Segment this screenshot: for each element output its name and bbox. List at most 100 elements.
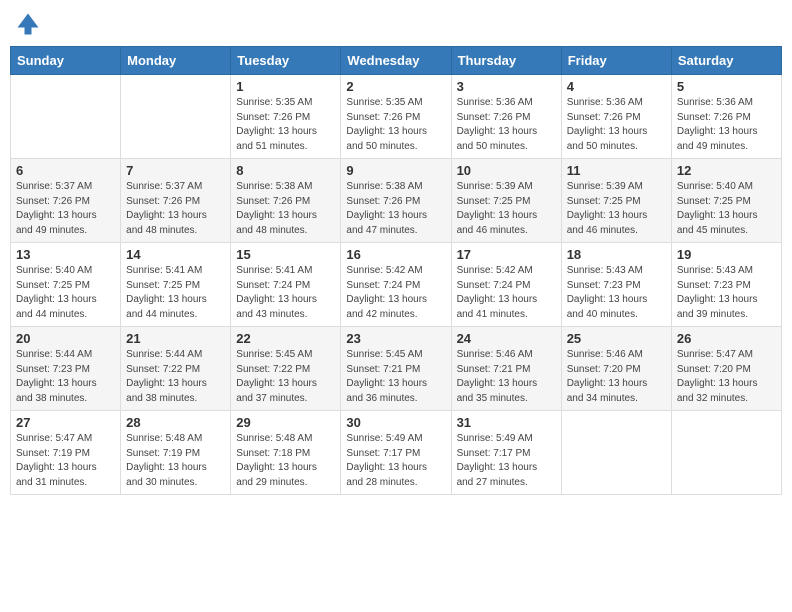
day-info: Sunrise: 5:49 AMSunset: 7:17 PMDaylight:… xyxy=(457,432,556,490)
calendar-cell: 29Sunrise: 5:48 AMSunset: 7:18 PMDayligh… xyxy=(231,411,341,495)
calendar-cell: 5 Sunrise: 5:36 AMSunset: 7:26 PMDaylight… xyxy=(671,75,781,159)
calendar-header-row: SundayMondayTuesdayWednesdayThursdayFrid… xyxy=(11,47,782,75)
day-info: Sunrise: 5:36 AMSunset: 7:26 PMDaylight:… xyxy=(457,96,556,154)
day-number: 5 xyxy=(677,79,776,94)
page-header xyxy=(10,10,782,38)
day-number: 15 xyxy=(236,247,335,262)
calendar-cell: 9 Sunrise: 5:38 AMSunset: 7:26 PMDaylight… xyxy=(341,159,451,243)
calendar-cell: 23Sunrise: 5:45 AMSunset: 7:21 PMDayligh… xyxy=(341,327,451,411)
day-info: Sunrise: 5:49 AMSunset: 7:17 PMDaylight:… xyxy=(346,432,445,490)
day-number: 8 xyxy=(236,163,335,178)
calendar-cell: 17 Sunrise: 5:42 AMSunset: 7:24 PMDayligh… xyxy=(451,243,561,327)
day-number: 19 xyxy=(677,247,776,262)
calendar-cell: 1 Sunrise: 5:35 AMSunset: 7:26 PMDaylight… xyxy=(231,75,341,159)
day-number: 27 xyxy=(16,415,115,430)
day-number: 31 xyxy=(457,415,556,430)
day-info: Sunrise: 5:37 AMSunset: 7:26 PMDaylight:… xyxy=(16,180,115,238)
calendar-cell: 16 Sunrise: 5:42 AMSunset: 7:24 PMDayligh… xyxy=(341,243,451,327)
day-info: Sunrise: 5:45 AMSunset: 7:21 PMDaylight:… xyxy=(346,348,445,406)
calendar-header-tuesday: Tuesday xyxy=(231,47,341,75)
calendar-cell: 30 Sunrise: 5:49 AMSunset: 7:17 PMDayligh… xyxy=(341,411,451,495)
day-number: 22 xyxy=(236,331,335,346)
day-number: 16 xyxy=(346,247,445,262)
day-info: Sunrise: 5:48 AMSunset: 7:19 PMDaylight:… xyxy=(126,432,225,490)
day-number: 25 xyxy=(567,331,666,346)
day-number: 30 xyxy=(346,415,445,430)
day-number: 2 xyxy=(346,79,445,94)
calendar-cell: 15 Sunrise: 5:41 AMSunset: 7:24 PMDayligh… xyxy=(231,243,341,327)
day-info: Sunrise: 5:38 AMSunset: 7:26 PMDaylight:… xyxy=(236,180,335,238)
day-number: 13 xyxy=(16,247,115,262)
calendar-cell: 4 Sunrise: 5:36 AMSunset: 7:26 PMDaylight… xyxy=(561,75,671,159)
day-number: 3 xyxy=(457,79,556,94)
day-number: 1 xyxy=(236,79,335,94)
day-info: Sunrise: 5:47 AMSunset: 7:20 PMDaylight:… xyxy=(677,348,776,406)
calendar-cell: 25 Sunrise: 5:46 AMSunset: 7:20 PMDayligh… xyxy=(561,327,671,411)
day-info: Sunrise: 5:40 AMSunset: 7:25 PMDaylight:… xyxy=(16,264,115,322)
calendar-cell: 14 Sunrise: 5:41 AMSunset: 7:25 PMDayligh… xyxy=(121,243,231,327)
calendar-cell: 26 Sunrise: 5:47 AMSunset: 7:20 PMDayligh… xyxy=(671,327,781,411)
calendar-week-row: 13 Sunrise: 5:40 AMSunset: 7:25 PMDayligh… xyxy=(11,243,782,327)
calendar-header-sunday: Sunday xyxy=(11,47,121,75)
calendar-header-friday: Friday xyxy=(561,47,671,75)
day-number: 14 xyxy=(126,247,225,262)
day-info: Sunrise: 5:37 AMSunset: 7:26 PMDaylight:… xyxy=(126,180,225,238)
calendar-week-row: 27Sunrise: 5:47 AMSunset: 7:19 PMDayligh… xyxy=(11,411,782,495)
calendar-week-row: 6 Sunrise: 5:37 AMSunset: 7:26 PMDaylight… xyxy=(11,159,782,243)
calendar-cell: 31 Sunrise: 5:49 AMSunset: 7:17 PMDayligh… xyxy=(451,411,561,495)
day-info: Sunrise: 5:42 AMSunset: 7:24 PMDaylight:… xyxy=(346,264,445,322)
calendar-cell xyxy=(671,411,781,495)
day-info: Sunrise: 5:36 AMSunset: 7:26 PMDaylight:… xyxy=(567,96,666,154)
calendar-header-thursday: Thursday xyxy=(451,47,561,75)
day-number: 11 xyxy=(567,163,666,178)
calendar-week-row: 20Sunrise: 5:44 AMSunset: 7:23 PMDayligh… xyxy=(11,327,782,411)
day-number: 10 xyxy=(457,163,556,178)
day-number: 17 xyxy=(457,247,556,262)
calendar-cell: 19 Sunrise: 5:43 AMSunset: 7:23 PMDayligh… xyxy=(671,243,781,327)
calendar-cell xyxy=(11,75,121,159)
day-number: 9 xyxy=(346,163,445,178)
day-info: Sunrise: 5:42 AMSunset: 7:24 PMDaylight:… xyxy=(457,264,556,322)
calendar-cell: 21 Sunrise: 5:44 AMSunset: 7:22 PMDayligh… xyxy=(121,327,231,411)
day-info: Sunrise: 5:43 AMSunset: 7:23 PMDaylight:… xyxy=(677,264,776,322)
calendar-header-wednesday: Wednesday xyxy=(341,47,451,75)
logo-icon xyxy=(14,10,42,38)
calendar-cell: 20Sunrise: 5:44 AMSunset: 7:23 PMDayligh… xyxy=(11,327,121,411)
calendar-cell xyxy=(561,411,671,495)
day-number: 24 xyxy=(457,331,556,346)
day-number: 28 xyxy=(126,415,225,430)
day-info: Sunrise: 5:46 AMSunset: 7:20 PMDaylight:… xyxy=(567,348,666,406)
day-info: Sunrise: 5:41 AMSunset: 7:24 PMDaylight:… xyxy=(236,264,335,322)
day-info: Sunrise: 5:41 AMSunset: 7:25 PMDaylight:… xyxy=(126,264,225,322)
calendar-header-monday: Monday xyxy=(121,47,231,75)
calendar-cell: 2 Sunrise: 5:35 AMSunset: 7:26 PMDaylight… xyxy=(341,75,451,159)
day-info: Sunrise: 5:35 AMSunset: 7:26 PMDaylight:… xyxy=(236,96,335,154)
day-number: 7 xyxy=(126,163,225,178)
day-info: Sunrise: 5:38 AMSunset: 7:26 PMDaylight:… xyxy=(346,180,445,238)
day-number: 4 xyxy=(567,79,666,94)
day-info: Sunrise: 5:40 AMSunset: 7:25 PMDaylight:… xyxy=(677,180,776,238)
calendar-cell: 13 Sunrise: 5:40 AMSunset: 7:25 PMDayligh… xyxy=(11,243,121,327)
day-number: 29 xyxy=(236,415,335,430)
day-info: Sunrise: 5:39 AMSunset: 7:25 PMDaylight:… xyxy=(567,180,666,238)
day-number: 18 xyxy=(567,247,666,262)
day-number: 21 xyxy=(126,331,225,346)
calendar-cell: 3 Sunrise: 5:36 AMSunset: 7:26 PMDaylight… xyxy=(451,75,561,159)
calendar-cell: 11 Sunrise: 5:39 AMSunset: 7:25 PMDayligh… xyxy=(561,159,671,243)
day-number: 6 xyxy=(16,163,115,178)
day-info: Sunrise: 5:35 AMSunset: 7:26 PMDaylight:… xyxy=(346,96,445,154)
calendar-header-saturday: Saturday xyxy=(671,47,781,75)
day-info: Sunrise: 5:43 AMSunset: 7:23 PMDaylight:… xyxy=(567,264,666,322)
calendar-cell: 18 Sunrise: 5:43 AMSunset: 7:23 PMDayligh… xyxy=(561,243,671,327)
calendar-cell: 22Sunrise: 5:45 AMSunset: 7:22 PMDayligh… xyxy=(231,327,341,411)
day-info: Sunrise: 5:36 AMSunset: 7:26 PMDaylight:… xyxy=(677,96,776,154)
day-number: 26 xyxy=(677,331,776,346)
day-number: 20 xyxy=(16,331,115,346)
calendar-cell: 12 Sunrise: 5:40 AMSunset: 7:25 PMDayligh… xyxy=(671,159,781,243)
calendar-table: SundayMondayTuesdayWednesdayThursdayFrid… xyxy=(10,46,782,495)
calendar-cell: 7 Sunrise: 5:37 AMSunset: 7:26 PMDaylight… xyxy=(121,159,231,243)
day-info: Sunrise: 5:44 AMSunset: 7:22 PMDaylight:… xyxy=(126,348,225,406)
day-number: 12 xyxy=(677,163,776,178)
calendar-cell: 24Sunrise: 5:46 AMSunset: 7:21 PMDayligh… xyxy=(451,327,561,411)
calendar-cell: 10Sunrise: 5:39 AMSunset: 7:25 PMDayligh… xyxy=(451,159,561,243)
